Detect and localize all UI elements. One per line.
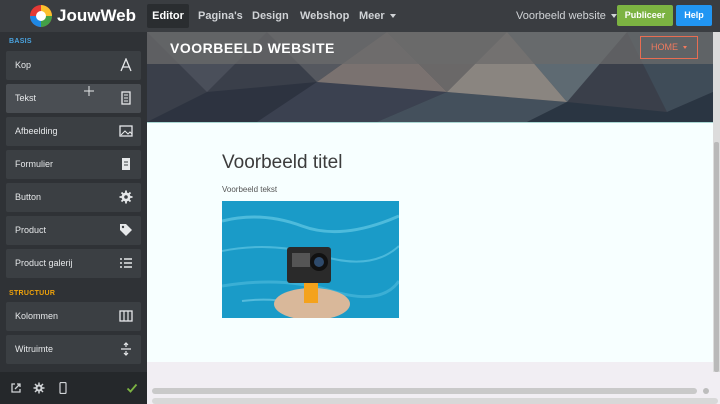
widget-label: Afbeelding bbox=[15, 126, 58, 136]
widget-tekst[interactable]: Tekst bbox=[6, 84, 141, 113]
widget-label: Witruimte bbox=[15, 344, 53, 354]
tab-pages[interactable]: Pagina's bbox=[198, 10, 243, 22]
widget-label: Formulier bbox=[15, 159, 54, 169]
page-title[interactable]: Voorbeeld titel bbox=[222, 152, 342, 174]
menu-item-home[interactable]: HOME bbox=[640, 36, 698, 59]
widget-label: Button bbox=[15, 192, 42, 202]
list-icon bbox=[120, 258, 132, 268]
content-image[interactable] bbox=[222, 201, 399, 318]
app-name: JouwWeb bbox=[57, 6, 137, 25]
text-document-icon bbox=[121, 91, 131, 105]
tab-more-label: Meer bbox=[359, 10, 385, 22]
mobile-icon[interactable] bbox=[57, 382, 69, 394]
widget-sidebar: BASIS Kop Tekst Afbeelding Formulier But… bbox=[0, 32, 147, 372]
spacing-icon bbox=[121, 342, 131, 356]
widget-label: Kolommen bbox=[15, 311, 59, 321]
publish-button[interactable]: Publiceer bbox=[617, 5, 673, 26]
page-content[interactable]: Voorbeeld titel Voorbeeld tekst bbox=[147, 122, 713, 362]
tab-webshop[interactable]: Webshop bbox=[300, 10, 349, 22]
widget-witruimte[interactable]: Witruimte bbox=[6, 335, 141, 364]
widget-label: Kop bbox=[15, 60, 32, 70]
widget-label: Product galerij bbox=[15, 258, 73, 268]
tab-more[interactable]: Meer bbox=[359, 10, 396, 22]
check-icon[interactable] bbox=[126, 382, 138, 394]
tag-icon bbox=[120, 224, 132, 236]
horizontal-scrollbar[interactable] bbox=[152, 388, 697, 394]
columns-icon bbox=[119, 310, 133, 322]
jouwweb-logo-icon[interactable] bbox=[29, 4, 53, 28]
chevron-down-icon bbox=[683, 46, 687, 50]
vertical-scrollbar-thumb[interactable] bbox=[714, 142, 719, 372]
settings-icon[interactable] bbox=[33, 382, 45, 394]
external-link-icon[interactable] bbox=[10, 382, 22, 394]
tab-design[interactable]: Design bbox=[252, 10, 289, 22]
widget-label: Tekst bbox=[15, 93, 37, 103]
vertical-scrollbar[interactable] bbox=[713, 32, 720, 372]
gear-button-icon bbox=[119, 190, 133, 204]
site-header[interactable]: VOORBEELD WEBSITE HOME bbox=[147, 32, 713, 122]
form-icon bbox=[122, 158, 130, 170]
site-selector[interactable]: Voorbeeld website bbox=[516, 10, 617, 22]
widget-button[interactable]: Button bbox=[6, 183, 141, 212]
sidebar-footer bbox=[0, 372, 147, 404]
widget-label: Product bbox=[15, 225, 47, 235]
help-button[interactable]: Help bbox=[676, 5, 712, 26]
editor-canvas: VOORBEELD WEBSITE HOME Voorbeeld titel V… bbox=[147, 32, 720, 404]
horizontal-scrollbar-track[interactable] bbox=[152, 398, 718, 404]
page-text[interactable]: Voorbeeld tekst bbox=[222, 185, 277, 194]
widget-afbeelding[interactable]: Afbeelding bbox=[6, 117, 141, 146]
widget-kop[interactable]: Kop bbox=[6, 51, 141, 80]
widget-kolommen[interactable]: Kolommen bbox=[6, 302, 141, 331]
menu-item-home-label: HOME bbox=[651, 42, 678, 52]
widget-product[interactable]: Product bbox=[6, 216, 141, 245]
widget-formulier[interactable]: Formulier bbox=[6, 150, 141, 179]
chevron-down-icon bbox=[389, 14, 396, 19]
image-icon bbox=[119, 125, 133, 137]
chevron-down-icon bbox=[610, 14, 617, 19]
top-bar: JouwWeb Editor Pagina's Design Webshop M… bbox=[0, 0, 720, 32]
tab-editor[interactable]: Editor bbox=[147, 4, 189, 28]
section-structuur-label: STRUCTUUR bbox=[9, 290, 56, 297]
heading-icon bbox=[120, 58, 132, 72]
section-basis-label: BASIS bbox=[9, 38, 32, 45]
site-selector-label: Voorbeeld website bbox=[516, 10, 606, 22]
scrollbar-end-cap bbox=[703, 388, 709, 394]
site-title[interactable]: VOORBEELD WEBSITE bbox=[170, 40, 335, 56]
widget-product-galerij[interactable]: Product galerij bbox=[6, 249, 141, 278]
action-camera-photo bbox=[222, 201, 399, 318]
move-cursor-icon bbox=[84, 86, 94, 96]
